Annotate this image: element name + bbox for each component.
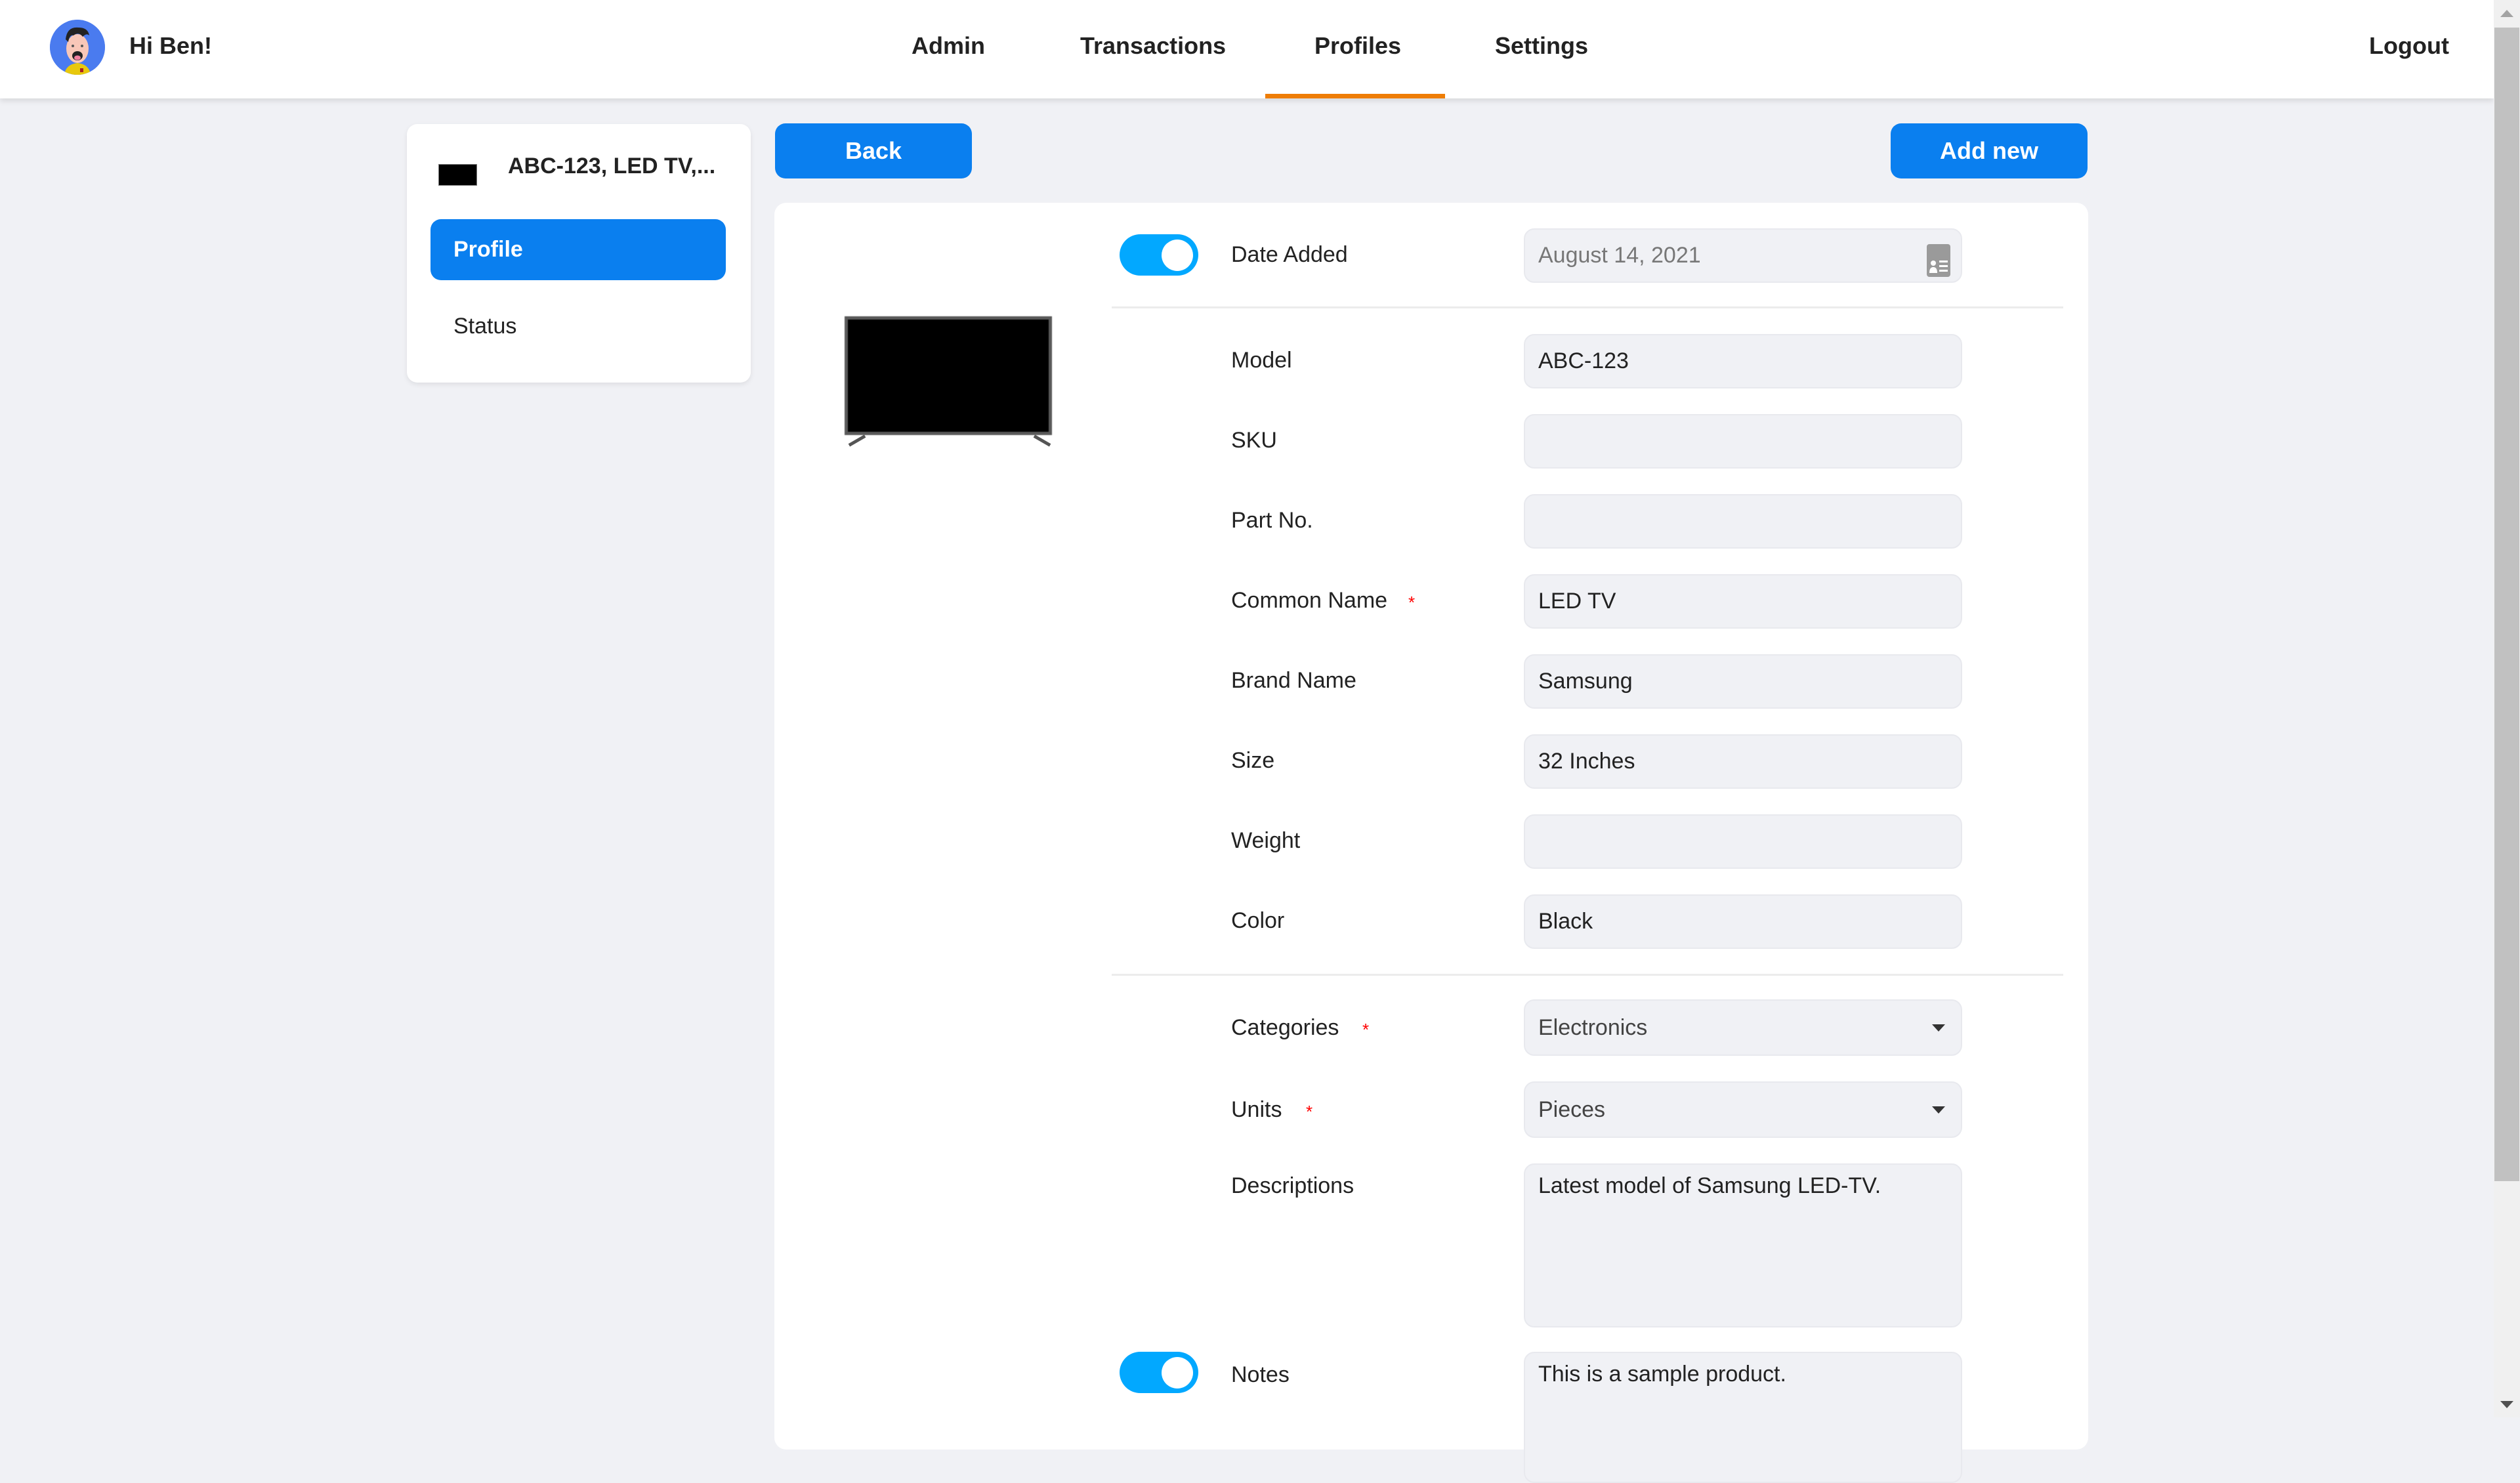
nav-transactions[interactable]: Transactions — [1080, 31, 1226, 60]
part-no-label: Part No. — [1231, 508, 1313, 533]
notes-label: Notes — [1231, 1362, 1290, 1387]
descriptions-label: Descriptions — [1231, 1173, 1354, 1198]
color-label: Color — [1231, 908, 1285, 933]
weight-input[interactable] — [1524, 814, 1962, 869]
toggle-knob — [1162, 1357, 1193, 1389]
product-form-card: Date Added August 14, 2021 Model SKU Par… — [774, 203, 2088, 1483]
date-added-label: Date Added — [1231, 242, 1348, 267]
tv-leg-right — [1033, 434, 1051, 447]
model-label: Model — [1231, 348, 1292, 373]
common-name-input[interactable] — [1524, 574, 1962, 629]
date-added-field[interactable]: August 14, 2021 — [1524, 228, 1962, 283]
common-name-label: Common Name — [1231, 588, 1388, 613]
scrollbar-thumb[interactable] — [2494, 28, 2519, 1181]
arrow-down-icon — [2500, 1400, 2513, 1408]
date-added-toggle[interactable] — [1120, 234, 1198, 276]
avatar-illustration-icon — [50, 20, 105, 75]
part-no-input[interactable] — [1524, 494, 1962, 549]
tv-leg-left — [848, 434, 866, 447]
required-marker: * — [1306, 1102, 1313, 1121]
notes-toggle[interactable] — [1120, 1352, 1198, 1393]
brand-name-label: Brand Name — [1231, 668, 1356, 693]
sidebar-item-profile[interactable]: Profile — [430, 219, 726, 280]
profile-sidebar: ABC-123, LED TV,... Profile Status — [407, 124, 751, 383]
categories-select[interactable]: Electronics — [1524, 999, 1962, 1056]
page-scrollbar[interactable] — [2494, 0, 2520, 1417]
units-select[interactable]: Pieces — [1524, 1081, 1962, 1138]
greeting-text: Hi Ben! — [129, 32, 212, 59]
size-label: Size — [1231, 748, 1275, 773]
section-divider — [1112, 974, 2063, 976]
descriptions-textarea[interactable]: Latest model of Samsung LED-TV. — [1524, 1163, 1962, 1327]
section-divider — [1112, 306, 2063, 308]
sku-label: SKU — [1231, 428, 1277, 453]
notes-textarea[interactable]: This is a sample product. — [1524, 1352, 1962, 1483]
user-avatar[interactable] — [50, 20, 105, 75]
active-nav-indicator — [1265, 94, 1445, 98]
add-new-button[interactable]: Add new — [1891, 123, 2088, 178]
model-input[interactable] — [1524, 334, 1962, 388]
sku-input[interactable] — [1524, 414, 1962, 469]
back-button[interactable]: Back — [775, 123, 972, 178]
scroll-down-button[interactable] — [2494, 1391, 2520, 1417]
color-input[interactable] — [1524, 894, 1962, 949]
toggle-knob — [1162, 240, 1193, 271]
arrow-up-icon — [2500, 9, 2513, 17]
units-label: Units — [1231, 1097, 1282, 1122]
scroll-up-button[interactable] — [2494, 0, 2520, 26]
caret-down-icon — [1932, 1106, 1945, 1114]
size-input[interactable] — [1524, 734, 1962, 789]
categories-label: Categories — [1231, 1015, 1339, 1040]
nav-profiles[interactable]: Profiles — [1314, 31, 1401, 60]
required-marker: * — [1362, 1020, 1370, 1039]
required-marker: * — [1408, 593, 1416, 612]
date-added-value: August 14, 2021 — [1538, 243, 1701, 268]
address-card-icon[interactable] — [1927, 244, 1950, 277]
product-thumbnail — [438, 164, 477, 186]
sidebar-item-status[interactable]: Status — [430, 296, 726, 357]
product-title: ABC-123, LED TV,... — [508, 154, 716, 178]
logout-link[interactable]: Logout — [2369, 31, 2449, 60]
categories-value: Electronics — [1538, 1015, 1648, 1040]
product-image[interactable] — [845, 316, 1052, 435]
nav-admin[interactable]: Admin — [912, 31, 985, 60]
nav-settings[interactable]: Settings — [1495, 31, 1588, 60]
weight-label: Weight — [1231, 828, 1301, 853]
caret-down-icon — [1932, 1024, 1945, 1032]
top-header: Hi Ben! Admin Transactions Profiles Sett… — [0, 0, 2494, 98]
brand-name-input[interactable] — [1524, 654, 1962, 709]
units-value: Pieces — [1538, 1097, 1606, 1122]
